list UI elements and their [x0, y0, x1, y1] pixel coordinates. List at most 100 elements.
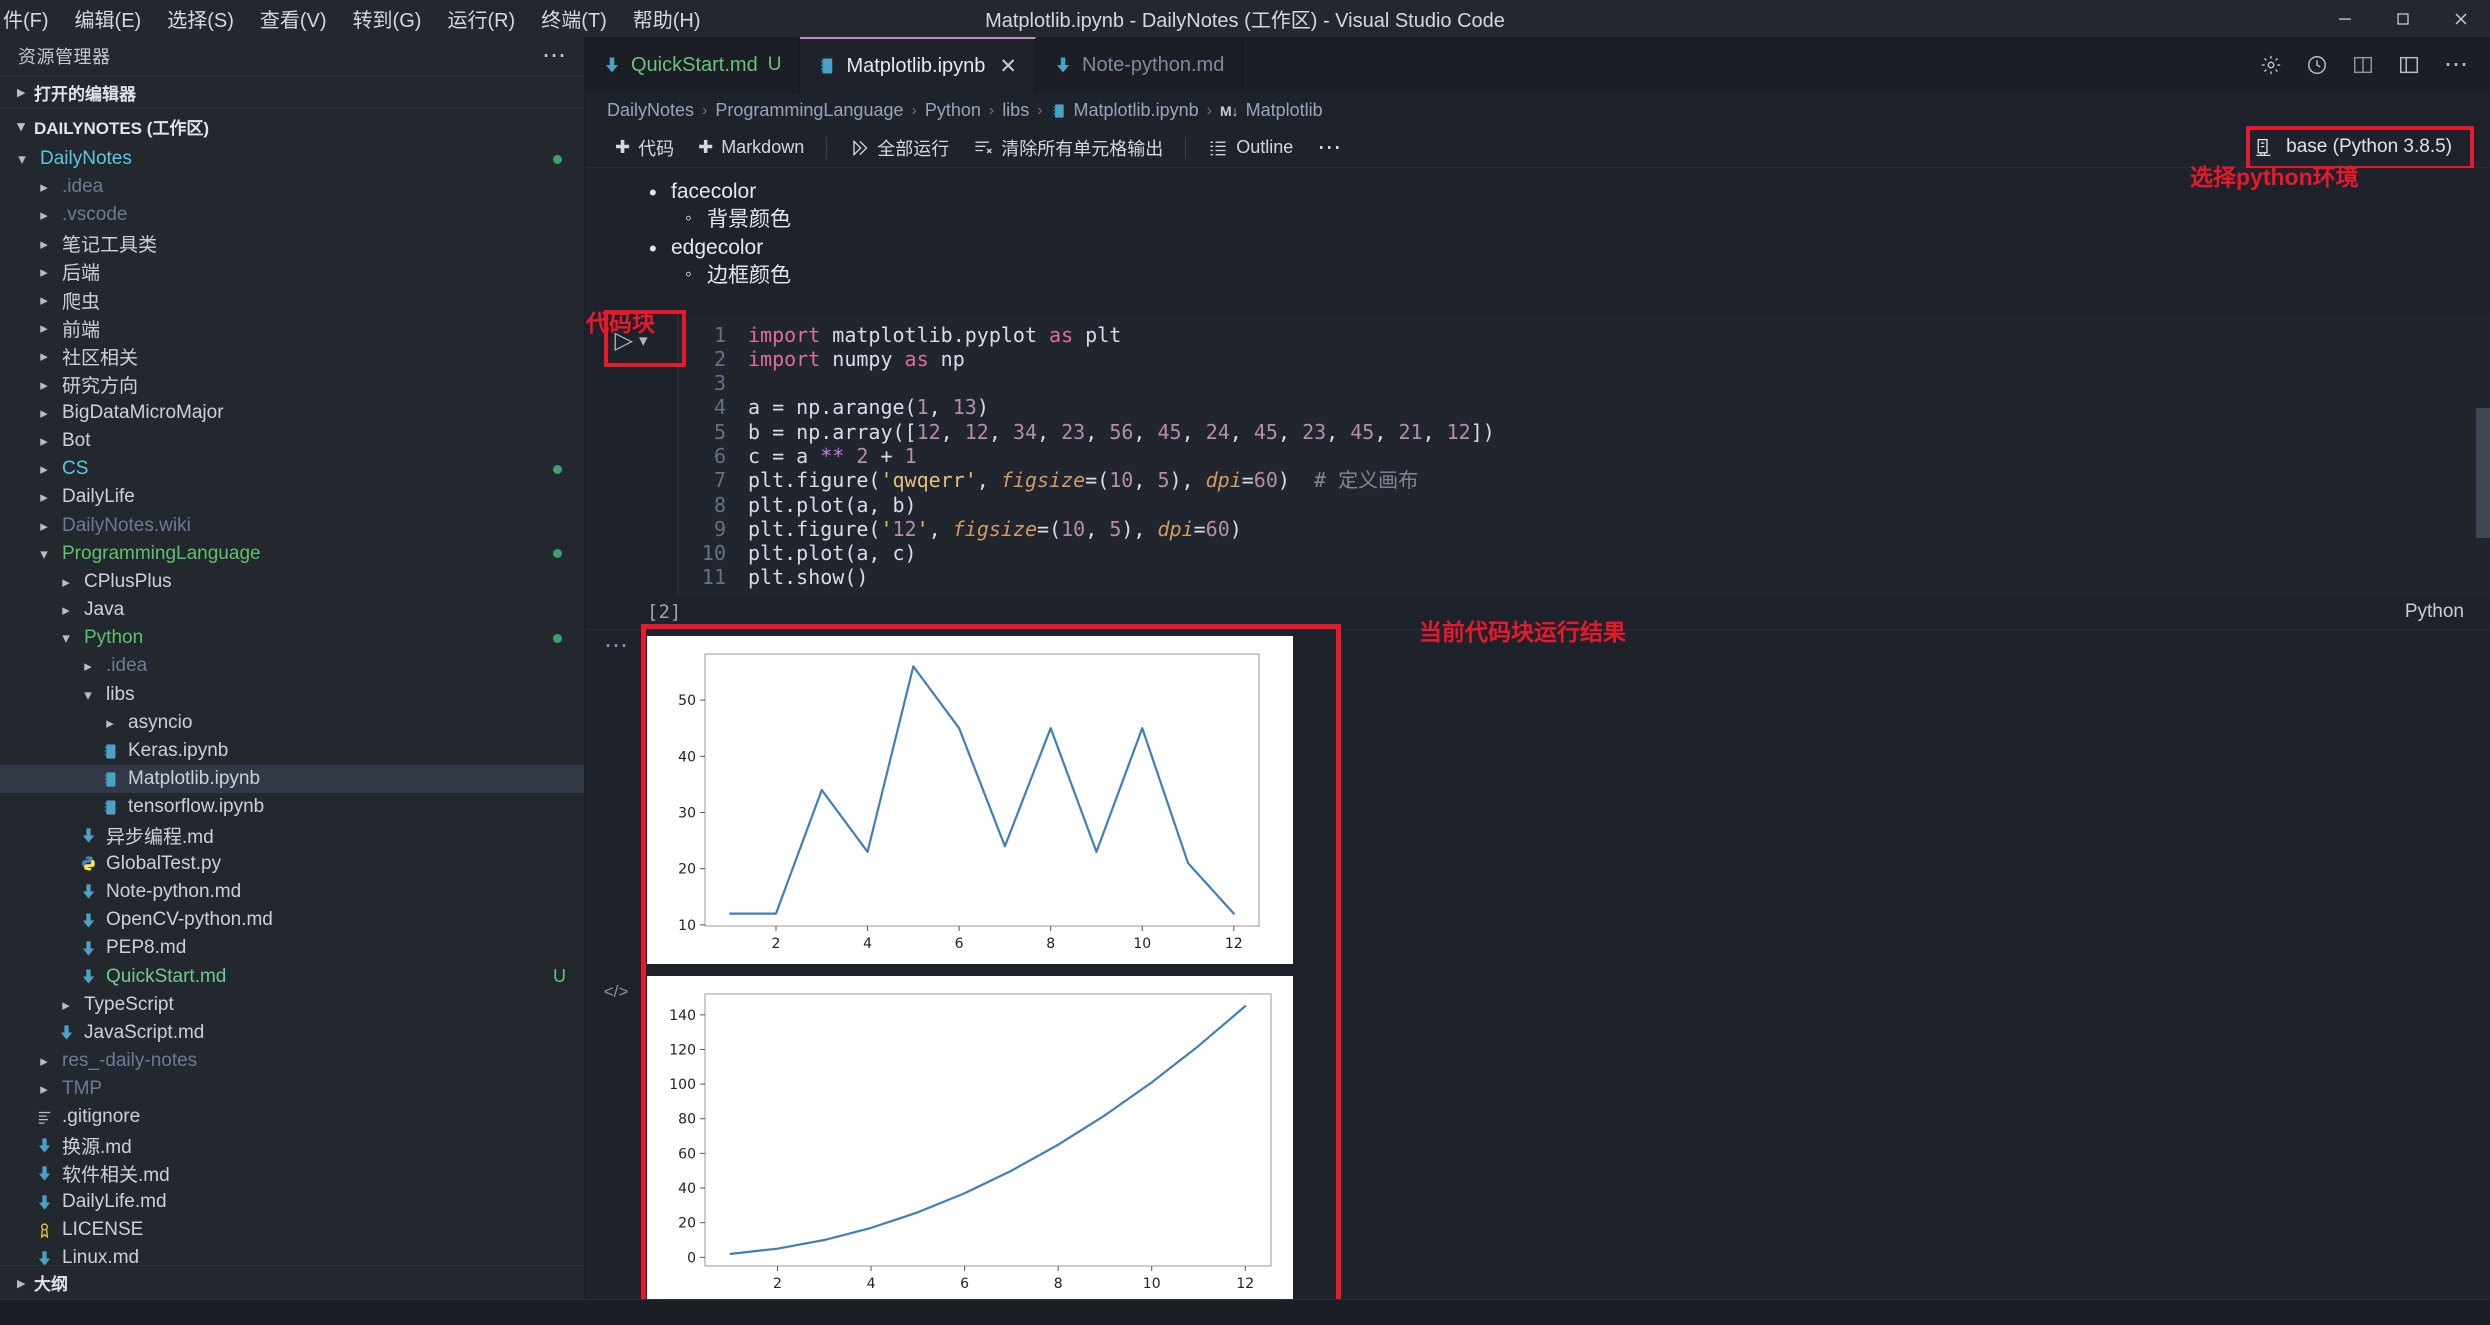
markdown-icon	[1054, 56, 1072, 74]
menu-item-5[interactable]: 运行(R)	[434, 1, 528, 36]
svg-text:120: 120	[669, 1042, 696, 1058]
tree-item-java[interactable]: ▸ Java	[0, 596, 584, 624]
code-editor[interactable]: 1 import matplotlib.pyplot as plt 2 import…	[677, 314, 2490, 596]
tree-item-dailylife.md[interactable]: DailyLife.md	[0, 1188, 584, 1216]
run-all-button[interactable]: 全部运行	[837, 131, 961, 165]
tree-item-cplusplus[interactable]: ▸ CPlusPlus	[0, 568, 584, 596]
workspace-section[interactable]: ▾ DAILYNOTES (工作区)	[0, 109, 584, 143]
tree-item-bot[interactable]: ▸ Bot	[0, 427, 584, 455]
editor-scrollbar[interactable]	[2476, 408, 2490, 538]
tree-item-globaltest.py[interactable]: GlobalTest.py	[0, 850, 584, 878]
chevron-right-icon: ▸	[40, 235, 48, 253]
tree-item-keras.ipynb[interactable]: Keras.ipynb	[0, 737, 584, 765]
menu-item-0[interactable]: 件(F)	[0, 1, 62, 36]
menu-item-6[interactable]: 终端(T)	[528, 1, 620, 36]
breadcrumb-item-2[interactable]: Python	[925, 100, 981, 121]
menu-item-1[interactable]: 编辑(E)	[62, 1, 155, 36]
tree-item-.idea[interactable]: ▸ .idea	[0, 652, 584, 680]
tree-item-icon: ▸	[30, 347, 58, 365]
tree-item-.idea[interactable]: ▸ .idea	[0, 173, 584, 201]
split-editor-icon[interactable]	[2352, 54, 2374, 76]
tree-item-programminglanguage[interactable]: ▾ ProgrammingLanguage	[0, 540, 584, 568]
markdown-list-item: 边框颜色	[681, 262, 2490, 290]
code-content[interactable]: 1 import matplotlib.pyplot as plt 2 import…	[678, 323, 2490, 590]
tree-item-python[interactable]: ▾ Python	[0, 624, 584, 652]
editor-area: QuickStart.md U Matplotlib.ipynb ✕ Note-pyth…	[585, 37, 2490, 1299]
tree-item-.vscode[interactable]: ▸ .vscode	[0, 201, 584, 229]
tree-item-opencv-python.md[interactable]: OpenCV-python.md	[0, 906, 584, 934]
gear-icon[interactable]	[2260, 54, 2282, 76]
tree-item-[interactable]: ▸ 笔记工具类	[0, 230, 584, 258]
output-html-icon[interactable]: </>	[585, 982, 647, 1002]
tree-item-label: DailyLife	[62, 486, 135, 508]
tree-item-note-python.md[interactable]: Note-python.md	[0, 878, 584, 906]
python-icon	[81, 856, 95, 871]
tree-item-label: GlobalTest.py	[106, 852, 222, 874]
markdown-icon	[82, 969, 94, 984]
breadcrumb-item-3[interactable]: libs	[1002, 100, 1029, 121]
menu-item-3[interactable]: 查看(V)	[247, 1, 340, 36]
tree-item-bigdatamicromajor[interactable]: ▸ BigDataMicroMajor	[0, 399, 584, 427]
tree-item-label: DailyNotes	[40, 148, 132, 170]
open-editors-section[interactable]: ▸ 打开的编辑器	[0, 75, 584, 109]
menu-item-7[interactable]: 帮助(H)	[620, 1, 714, 36]
tree-item-dailynotes.wiki[interactable]: ▸ DailyNotes.wiki	[0, 511, 584, 539]
code-line: b = np.array([12, 12, 34, 23, 56, 45, 24…	[748, 419, 1495, 444]
menu-item-4[interactable]: 转到(G)	[340, 1, 435, 36]
minimize-button[interactable]	[2316, 0, 2374, 37]
tree-item-javascript.md[interactable]: JavaScript.md	[0, 1019, 584, 1047]
cell-language[interactable]: Python	[2405, 601, 2464, 623]
tree-item-typescript[interactable]: ▸ TypeScript	[0, 991, 584, 1019]
outline-icon	[1208, 138, 1228, 158]
tree-item-quickstart.md[interactable]: QuickStart.md U	[0, 962, 584, 990]
tree-item-asyncio[interactable]: ▸ asyncio	[0, 709, 584, 737]
tree-item-license[interactable]: LICENSE	[0, 1216, 584, 1244]
tree-item-pep8.md[interactable]: PEP8.md	[0, 934, 584, 962]
explorer-more-icon[interactable]: ⋯	[542, 44, 566, 68]
breadcrumb-item-0[interactable]: DailyNotes	[607, 100, 694, 121]
tree-item-.gitignore[interactable]: .gitignore	[0, 1103, 584, 1131]
close-button[interactable]	[2432, 0, 2490, 37]
tab-matplotlibipynb[interactable]: Matplotlib.ipynb ✕	[800, 37, 1037, 93]
breadcrumb-item-4[interactable]: Matplotlib.ipynb	[1051, 100, 1199, 121]
tree-item-libs[interactable]: ▾ libs	[0, 681, 584, 709]
tree-item-[interactable]: ▸ 社区相关	[0, 342, 584, 370]
tree-item-[interactable]: ▸ 爬虫	[0, 286, 584, 314]
notebook-more-button[interactable]: ⋯	[1305, 135, 1353, 159]
tree-item-[interactable]: ▸ 后端	[0, 258, 584, 286]
output-more-icon[interactable]: ⋯	[585, 633, 647, 657]
history-icon[interactable]	[2306, 54, 2328, 76]
tree-item-cs[interactable]: ▸ CS	[0, 455, 584, 483]
tree-item-.md[interactable]: 软件相关.md	[0, 1160, 584, 1188]
editor-more-icon[interactable]: ⋯	[2444, 53, 2468, 77]
tree-item-matplotlib.ipynb[interactable]: Matplotlib.ipynb	[0, 765, 584, 794]
markdown-icon	[82, 913, 94, 928]
maximize-button[interactable]	[2374, 0, 2432, 37]
outline-section[interactable]: ▸ 大纲	[0, 1265, 584, 1299]
add-code-cell-button[interactable]: ✚ 代码	[603, 131, 686, 165]
layout-icon[interactable]	[2398, 54, 2420, 76]
tree-item-[interactable]: ▸ 研究方向	[0, 371, 584, 399]
tree-item-icon: ▸	[30, 517, 58, 535]
tab-close-icon[interactable]: ✕	[999, 54, 1017, 79]
tab-notepythonmd[interactable]: Note-python.md	[1036, 37, 1244, 93]
breadcrumb-item-1[interactable]: ProgrammingLanguage	[715, 100, 903, 121]
breadcrumb-item-label: Python	[924, 100, 981, 120]
breadcrumb-item-5[interactable]: M↓ Matplotlib	[1220, 100, 1323, 121]
tree-item-linux.md[interactable]: Linux.md	[0, 1244, 584, 1265]
gitignore-icon	[38, 1111, 50, 1124]
clear-outputs-button[interactable]: 清除所有单元格输出	[961, 131, 1175, 165]
tree-item-[interactable]: ▸ 前端	[0, 314, 584, 342]
tree-item-res-daily-notes[interactable]: ▸ res_-daily-notes	[0, 1047, 584, 1075]
tree-item-dailynotes[interactable]: ▾ DailyNotes	[0, 145, 584, 173]
tree-item-tensorflow.ipynb[interactable]: tensorflow.ipynb	[0, 793, 584, 821]
outline-button[interactable]: Outline	[1196, 133, 1305, 162]
tree-item-tmp[interactable]: ▸ TMP	[0, 1075, 584, 1103]
tab-quickstartmd[interactable]: QuickStart.md U	[585, 37, 801, 93]
tree-item-.md[interactable]: 异步编程.md	[0, 822, 584, 850]
add-markdown-cell-button[interactable]: ✚ Markdown	[686, 133, 816, 162]
menu-item-2[interactable]: 选择(S)	[154, 1, 247, 36]
tree-item-.md[interactable]: 换源.md	[0, 1132, 584, 1160]
svg-text:10: 10	[1133, 936, 1151, 952]
tree-item-dailylife[interactable]: ▸ DailyLife	[0, 483, 584, 511]
